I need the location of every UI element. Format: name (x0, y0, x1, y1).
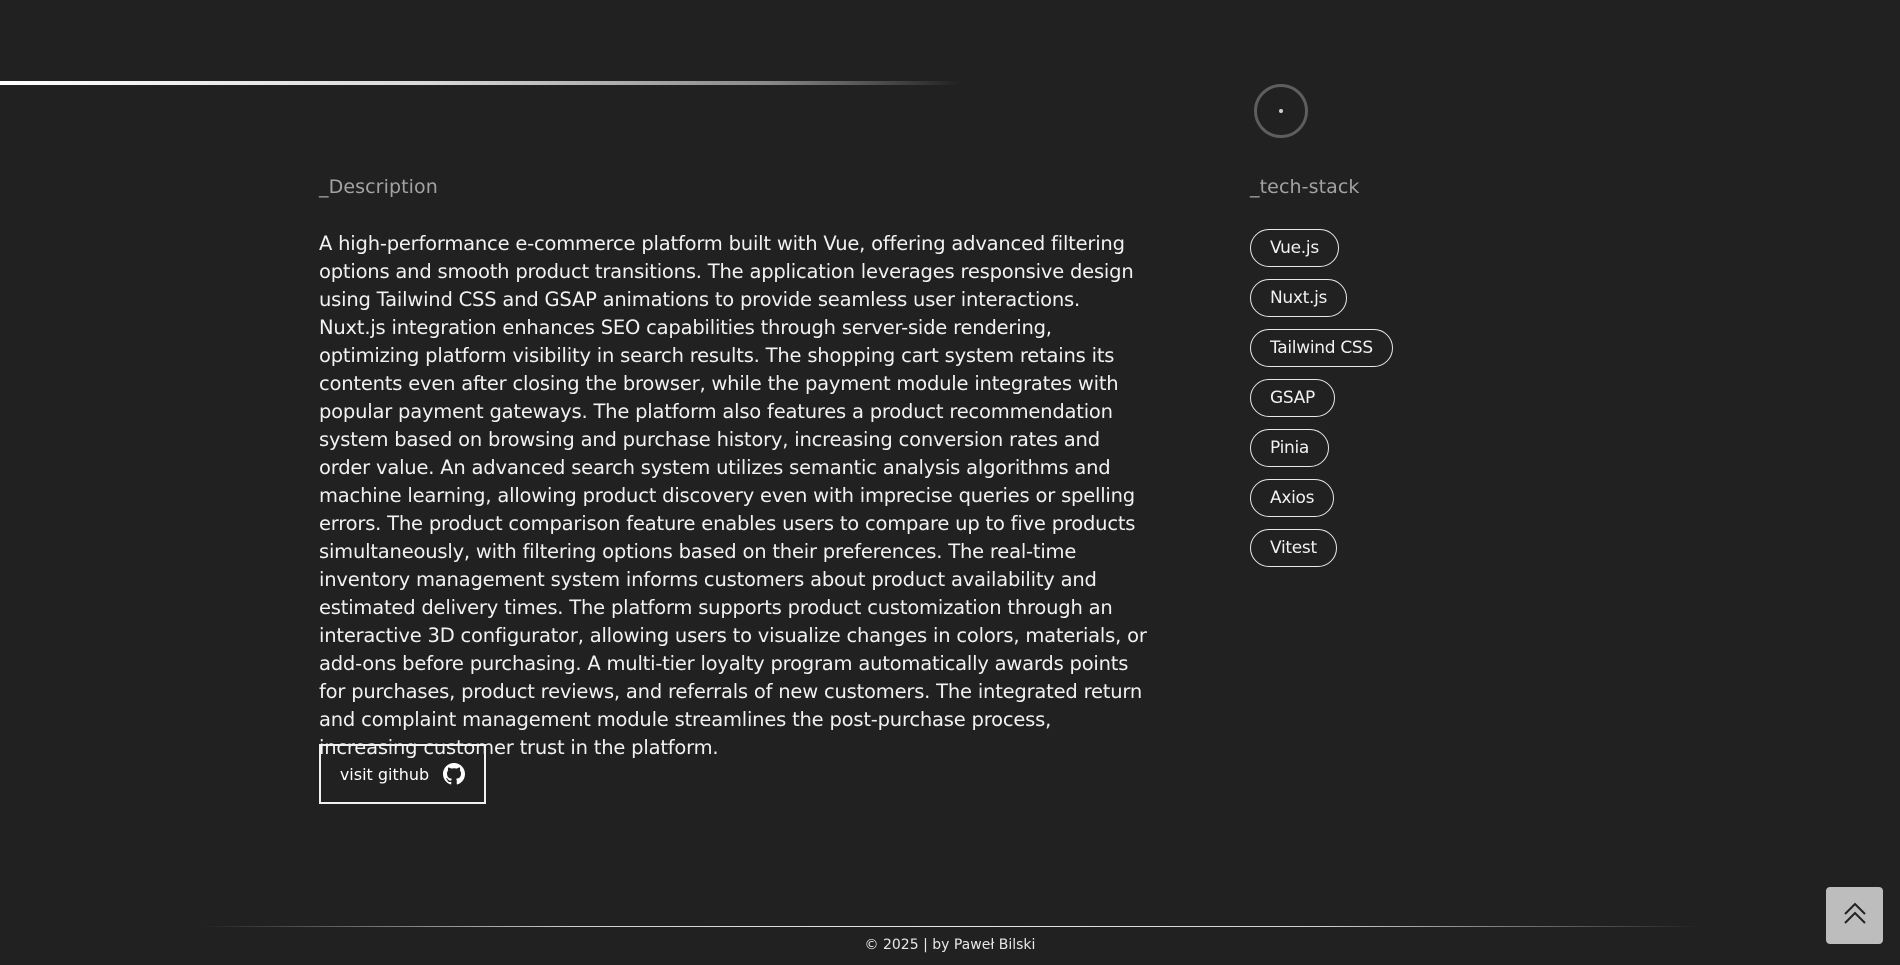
tech-stack-item: Nuxt.js (1250, 279, 1348, 317)
description-title: _Description (319, 176, 438, 198)
tech-stack-item: Pinia (1250, 429, 1330, 467)
back-to-top-button[interactable] (1826, 887, 1883, 944)
visit-github-label: visit github (339, 764, 430, 784)
tech-stack-item: Tailwind CSS (1250, 329, 1393, 367)
scroll-indicator-dot (1279, 109, 1283, 113)
visit-github-button[interactable]: visit github (319, 744, 486, 804)
tech-stack-item: Vue.js (1250, 229, 1339, 267)
progress-line (0, 81, 960, 85)
tech-stack-list: Vue.js Nuxt.js Tailwind CSS GSAP Pinia A… (1250, 229, 1393, 579)
tech-stack-item: GSAP (1250, 379, 1335, 417)
tech-stack-item: Vitest (1250, 529, 1337, 567)
tech-stack-item: Axios (1250, 479, 1335, 517)
footer-copyright: © 2025 | by Paweł Bilski (864, 937, 1036, 953)
description-text: A high-performance e-commerce platform b… (319, 232, 1147, 759)
project-details-page: _Description A high-performance e-commer… (0, 0, 1900, 965)
scroll-indicator (1254, 84, 1308, 138)
tech-stack-title: _tech-stack (1250, 176, 1360, 198)
github-icon (443, 763, 466, 785)
footer-divider (200, 926, 1700, 927)
double-chevron-up-icon (1842, 901, 1868, 931)
